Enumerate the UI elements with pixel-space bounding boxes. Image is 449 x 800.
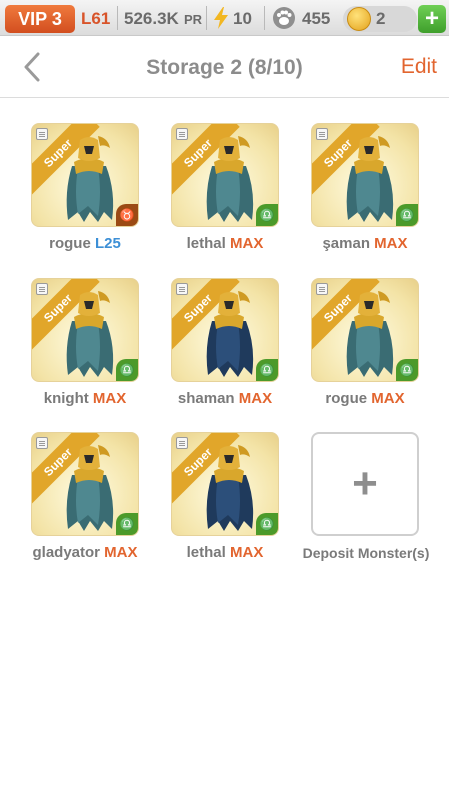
menu-icon[interactable] [316, 128, 328, 140]
monster-name-label: şaman MAX [295, 235, 435, 252]
monster-level: L25 [94, 235, 121, 252]
menu-icon[interactable] [36, 128, 48, 140]
divider [117, 6, 118, 30]
nav-bar: Storage 2 (8/10) Edit [0, 36, 449, 98]
monster-icon [346, 291, 394, 377]
menu-icon[interactable] [316, 283, 328, 295]
vip-label: VIP 3 [18, 8, 62, 29]
gold-value: 2 [376, 9, 386, 28]
energy-value: 10 [233, 9, 252, 28]
monster-level: MAX [371, 390, 405, 407]
page-title: Storage 2 (8/10) [146, 56, 303, 79]
monster-icon [206, 136, 254, 222]
monster-name: rogue [325, 390, 368, 407]
monster-card[interactable]: Super ♎ [311, 123, 419, 227]
zodiac-sign-icon: ♎ [256, 513, 278, 535]
zodiac-sign-icon: ♉ [116, 204, 138, 226]
monster-level: MAX [230, 544, 264, 561]
monster-name: lethal [186, 544, 226, 561]
monster-name-label: shaman MAX [155, 390, 295, 407]
monster-name-label: knight MAX [15, 390, 155, 407]
food-value: 455 [302, 9, 331, 28]
monster-name: rogue [49, 235, 91, 252]
monster-level: MAX [374, 235, 408, 252]
divider [264, 6, 265, 30]
monster-card[interactable]: Super ♎ [31, 432, 139, 536]
zodiac-sign-icon: ♎ [396, 359, 418, 381]
menu-icon[interactable] [36, 283, 48, 295]
monster-name: shaman [177, 390, 235, 407]
add-gold-label: + [424, 5, 439, 32]
monster-card[interactable]: Super ♎ [171, 432, 279, 536]
zodiac-sign-icon: ♎ [256, 359, 278, 381]
zodiac-sign-icon: ♎ [256, 204, 278, 226]
monster-icon [206, 445, 254, 531]
vip-badge[interactable]: VIP 3 [5, 5, 75, 33]
monster-name: şaman [322, 235, 370, 252]
zodiac-sign-icon: ♎ [116, 359, 138, 381]
power-value: 526.3K [124, 9, 179, 28]
status-bar: VIP 3 L61 526.3K PR 10 455 2 + [0, 0, 449, 36]
monster-icon [346, 136, 394, 222]
monster-card[interactable]: Super ♉ [31, 123, 139, 227]
deposit-label: Deposit Monster(s) [302, 545, 430, 561]
menu-icon[interactable] [176, 437, 188, 449]
menu-icon[interactable] [36, 437, 48, 449]
monster-name-label: rogue L25 [15, 235, 155, 252]
monster-icon [66, 291, 114, 377]
menu-icon[interactable] [176, 283, 188, 295]
monster-name-label: lethal MAX [155, 235, 295, 252]
monster-name: knight [43, 390, 89, 407]
divider [206, 6, 207, 30]
monster-name-label: gladyator MAX [15, 544, 155, 561]
player-level: L61 [81, 9, 111, 28]
monster-level: MAX [238, 390, 273, 407]
monster-name: lethal [186, 235, 226, 252]
plus-icon: + [352, 459, 378, 508]
gold-coin-icon [347, 7, 371, 31]
monster-card[interactable]: Super ♎ [311, 278, 419, 382]
lightning-icon [214, 7, 228, 29]
deposit-monster-button[interactable]: + [311, 432, 419, 536]
monster-level: MAX [230, 235, 264, 252]
menu-icon[interactable] [176, 128, 188, 140]
edit-button[interactable]: Edit [401, 55, 437, 79]
monster-card[interactable]: Super ♎ [31, 278, 139, 382]
monster-card[interactable]: Super ♎ [171, 278, 279, 382]
monster-icon [66, 136, 114, 222]
monster-card[interactable]: Super ♎ [171, 123, 279, 227]
add-gold-button[interactable]: + [418, 5, 446, 33]
zodiac-sign-icon: ♎ [116, 513, 138, 535]
monster-icon [66, 445, 114, 531]
monster-icon [206, 291, 254, 377]
monster-name-label: rogue MAX [295, 390, 435, 407]
monster-level: MAX [104, 544, 138, 561]
monster-name-label: lethal MAX [155, 544, 295, 561]
power-unit: PR [184, 12, 203, 27]
paw-icon [273, 7, 295, 29]
monster-level: MAX [92, 390, 127, 407]
monster-name: gladyator [32, 544, 100, 561]
zodiac-sign-icon: ♎ [396, 204, 418, 226]
